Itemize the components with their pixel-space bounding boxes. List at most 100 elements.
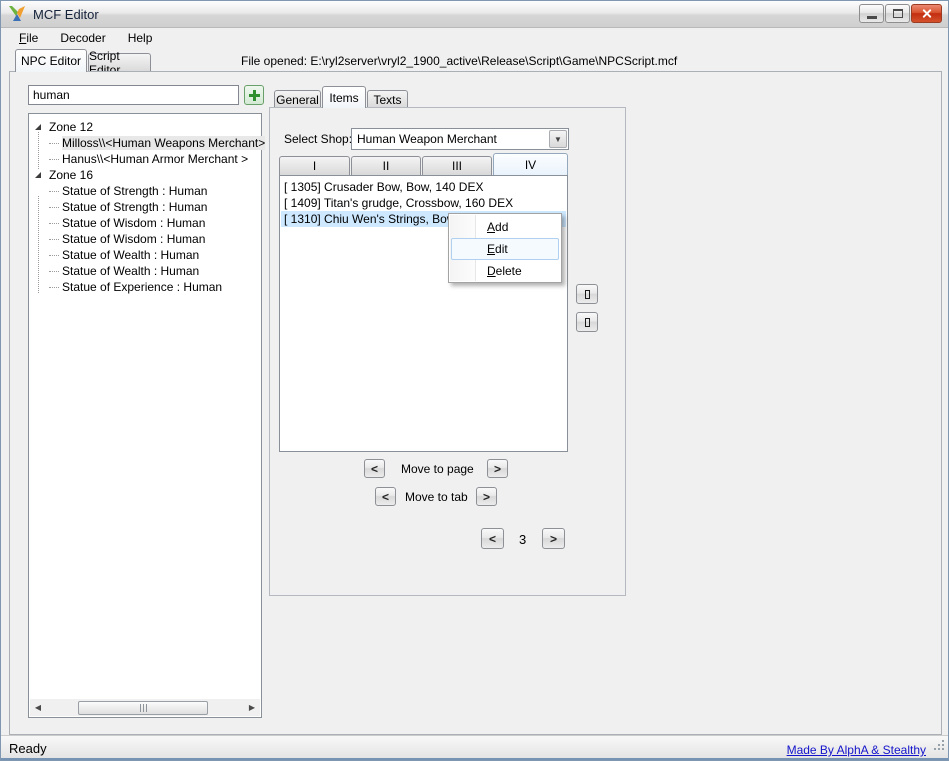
tree-dash (49, 159, 59, 160)
window-title: MCF Editor (33, 7, 99, 22)
menu-decoder[interactable]: Decoder (60, 31, 105, 45)
tree-item-npc: Milloss\\<Human Weapons Merchant> (49, 135, 265, 151)
title-bar[interactable]: MCF Editor (1, 1, 948, 28)
chevron-left-icon: < (371, 462, 378, 476)
tab-general[interactable]: General (274, 90, 321, 108)
scrollbar-grip (143, 704, 144, 712)
minimize-button[interactable] (859, 4, 884, 23)
tree-item-npc: Statue of Wealth : Human (49, 247, 199, 263)
tree-dash (49, 287, 59, 288)
tree-item-label[interactable]: Zone 12 (49, 120, 93, 134)
tab-page-1[interactable]: I (279, 156, 350, 175)
tree-item-npc: Statue of Experience : Human (49, 279, 222, 295)
chevron-right-icon: > (494, 462, 501, 476)
tab-npc-editor[interactable]: NPC Editor (15, 49, 87, 72)
tab-page-2-label: II (383, 159, 390, 173)
tree-expander-icon[interactable] (35, 172, 41, 178)
close-icon (921, 8, 932, 19)
move-to-page-prev-button[interactable]: < (364, 459, 385, 478)
caption-buttons (858, 4, 942, 23)
tab-page-3[interactable]: III (422, 156, 492, 175)
tree-item-label[interactable]: Statue of Wealth : Human (62, 248, 199, 262)
tab-texts[interactable]: Texts (367, 90, 408, 108)
npc-tree[interactable]: Zone 12 Milloss\\<Human Weapons Merchant… (28, 113, 262, 718)
context-menu-edit[interactable]: Edit (451, 238, 559, 260)
tree-item-zone: Zone 16 (49, 167, 93, 183)
tree-item-label[interactable]: Hanus\\<Human Armor Merchant > (62, 152, 248, 166)
move-item-down-icon (585, 318, 590, 327)
tab-page-2[interactable]: II (351, 156, 421, 175)
chevron-right-icon: > (550, 532, 557, 546)
tab-items[interactable]: Items (322, 86, 366, 108)
tree-connector-line (38, 196, 39, 293)
move-to-tab-next-button[interactable]: > (476, 487, 497, 506)
chevron-left-icon: < (382, 490, 389, 504)
page-number: 3 (519, 532, 526, 547)
tree-dash (49, 207, 59, 208)
tab-texts-label: Texts (373, 93, 401, 107)
move-to-tab-prev-button[interactable]: < (375, 487, 396, 506)
tree-item-label[interactable]: Milloss\\<Human Weapons Merchant> (62, 136, 265, 150)
search-input[interactable] (28, 85, 239, 105)
shop-select-value: Human Weapon Merchant (357, 132, 497, 146)
tree-dash (49, 239, 59, 240)
credit-link[interactable]: Made By AlphA & Stealthy (787, 743, 926, 757)
maximize-icon (893, 9, 903, 18)
shop-select[interactable]: Human Weapon Merchant ▼ (351, 128, 569, 150)
list-item[interactable]: [ 1409] Titan's grudge, Crossbow, 160 DE… (281, 195, 566, 211)
menu-file-rest: ile (26, 31, 38, 45)
context-menu: Add Edit Delete (448, 213, 562, 283)
scroll-left-icon[interactable]: ◀ (30, 699, 46, 716)
tab-page-1-label: I (313, 159, 316, 173)
move-to-page-label: Move to page (401, 462, 474, 476)
tree-item-label[interactable]: Statue of Wisdom : Human (62, 232, 205, 246)
tree-item-npc: Hanus\\<Human Armor Merchant > (49, 151, 248, 167)
tree-item-label[interactable]: Statue of Strength : Human (62, 200, 207, 214)
menu-help[interactable]: Help (128, 31, 153, 45)
tree-dash (49, 223, 59, 224)
menu-file[interactable]: File (19, 31, 38, 45)
tab-page-4-label: IV (525, 158, 536, 172)
context-menu-add-accel: A (487, 220, 495, 234)
tree-item-npc: Statue of Wisdom : Human (49, 215, 205, 231)
menu-bar: File Decoder Help (1, 28, 948, 48)
tab-page-4[interactable]: IV (493, 153, 568, 175)
app-window: MCF Editor File Decoder Help NPC Editor … (0, 0, 949, 761)
context-menu-add[interactable]: Add (451, 216, 559, 238)
tree-item-npc: Statue of Strength : Human (49, 183, 207, 199)
tree-item-label[interactable]: Statue of Wisdom : Human (62, 216, 205, 230)
tree-dash (49, 143, 59, 144)
tree-dash (49, 191, 59, 192)
tree-item-npc: Statue of Wealth : Human (49, 263, 199, 279)
page-prev-button[interactable]: < (481, 528, 504, 549)
file-opened-label: File opened: E:\ryl2server\vryl2_1900_ac… (241, 54, 677, 68)
page-next-button[interactable]: > (542, 528, 565, 549)
tab-script-editor[interactable]: Script Editor (88, 53, 151, 72)
status-bar: Ready Made By AlphA & Stealthy (1, 735, 948, 761)
tree-item-label[interactable]: Statue of Strength : Human (62, 184, 207, 198)
tree-item-label[interactable]: Statue of Wealth : Human (62, 264, 199, 278)
tree-item-label[interactable]: Statue of Experience : Human (62, 280, 222, 294)
tree-item-npc: Statue of Wisdom : Human (49, 231, 205, 247)
move-to-page-next-button[interactable]: > (487, 459, 508, 478)
scroll-right-icon[interactable]: ▶ (244, 699, 260, 716)
tree-dash (49, 255, 59, 256)
context-menu-edit-accel: E (487, 242, 495, 256)
search-go-button[interactable] (244, 85, 264, 105)
tree-expander-icon[interactable] (35, 124, 41, 130)
tab-npc-editor-label: NPC Editor (21, 54, 81, 68)
list-item[interactable]: [ 1305] Crusader Bow, Bow, 140 DEX (281, 179, 566, 195)
context-menu-add-rest: dd (495, 220, 508, 234)
move-item-up-icon (585, 290, 590, 299)
move-item-down-button[interactable] (576, 312, 598, 332)
close-button[interactable] (911, 4, 942, 23)
tree-item-label[interactable]: Zone 16 (49, 168, 93, 182)
chevron-down-icon[interactable]: ▼ (549, 130, 567, 148)
tree-item-zone: Zone 12 (49, 119, 93, 135)
scrollbar-thumb[interactable] (78, 701, 208, 715)
maximize-button[interactable] (885, 4, 910, 23)
tab-items-label: Items (329, 91, 358, 105)
context-menu-delete[interactable]: Delete (451, 260, 559, 282)
tree-horizontal-scrollbar[interactable]: ◀ ▶ (30, 699, 260, 716)
move-item-up-button[interactable] (576, 284, 598, 304)
